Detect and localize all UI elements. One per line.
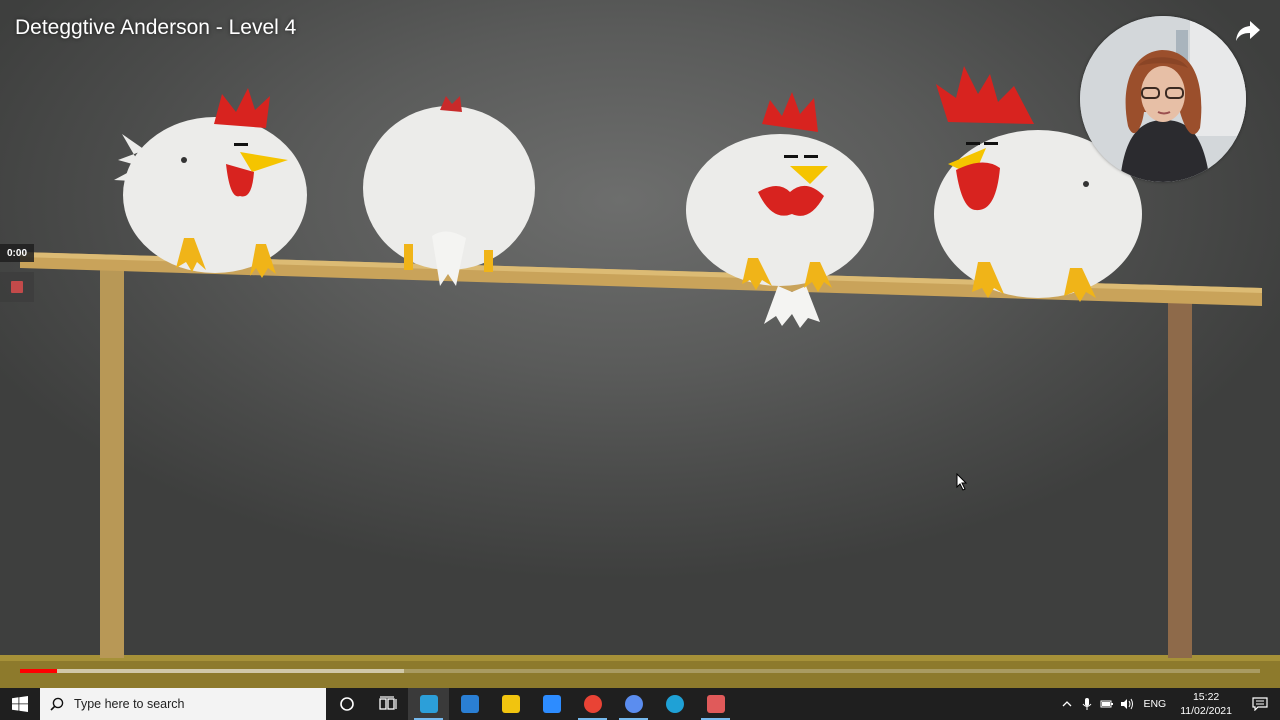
show-hidden-icons-button[interactable]: [1057, 688, 1077, 720]
task-view-icon: [378, 696, 397, 710]
stop-recording-button[interactable]: [0, 272, 34, 302]
battery-button[interactable]: [1097, 688, 1117, 720]
stop-record-icon: [11, 281, 23, 293]
perch-left-post: [100, 266, 124, 658]
taskbar: Type here to search ENG 15:22 11/02/2021: [0, 688, 1280, 720]
taskbar-app-button[interactable]: [572, 688, 613, 720]
webcam-overlay: [1080, 16, 1246, 182]
taskbar-app-button[interactable]: [613, 688, 654, 720]
start-button[interactable]: [0, 688, 40, 720]
notification-icon: [1252, 697, 1268, 711]
edge-app-icon: [665, 695, 684, 713]
taskbar-search-box[interactable]: Type here to search: [40, 688, 326, 720]
system-tray: ENG 15:22 11/02/2021: [1057, 688, 1280, 720]
presenter-avatar: [1080, 16, 1246, 182]
microphone-icon: [1083, 698, 1092, 710]
cortana-button[interactable]: [326, 688, 367, 720]
file-explorer-app-icon: [501, 695, 520, 713]
taskbar-app-button[interactable]: [449, 688, 490, 720]
language-indicator[interactable]: ENG: [1137, 698, 1172, 710]
taskbar-app-button[interactable]: [654, 688, 695, 720]
volume-button[interactable]: [1117, 688, 1137, 720]
taskbar-app-button[interactable]: [695, 688, 736, 720]
perch-right-post: [1168, 300, 1192, 658]
battery-icon: [1100, 700, 1114, 708]
mouse-cursor-icon: [956, 473, 968, 491]
chicken-2: [363, 96, 535, 286]
progress-bar[interactable]: [20, 669, 1260, 673]
progress-played: [20, 669, 58, 673]
speaker-icon: [1121, 698, 1134, 710]
recording-timer: 0:00: [0, 244, 34, 262]
taskbar-app-button[interactable]: [408, 688, 449, 720]
progress-loaded: [20, 669, 405, 673]
video-player[interactable]: Deteggtive Anderson - Level 4 0:00: [0, 0, 1280, 688]
windows-logo-icon: [12, 696, 28, 712]
taskbar-app-button[interactable]: [531, 688, 572, 720]
search-icon: [50, 697, 64, 711]
mail-app-icon: [460, 695, 479, 713]
chrome-app-icon: [583, 695, 602, 713]
share-button[interactable]: [1232, 16, 1264, 46]
snipping-app-icon: [706, 695, 725, 713]
chicken-1: [114, 88, 307, 278]
video-title: Deteggtive Anderson - Level 4: [15, 16, 297, 39]
clock-date: 11/02/2021: [1180, 705, 1232, 717]
notepad-app-icon: [419, 695, 438, 713]
pinned-apps: [408, 688, 736, 720]
share-arrow-icon: [1236, 21, 1260, 41]
cortana-circle-icon: [339, 697, 354, 711]
taskbar-app-button[interactable]: [490, 688, 531, 720]
clock-time: 15:22: [1192, 691, 1220, 703]
action-center-button[interactable]: [1240, 688, 1280, 720]
chevron-up-icon: [1062, 701, 1072, 707]
settings-app-icon: [624, 695, 643, 713]
zoom-app-icon: [542, 695, 561, 713]
system-clock[interactable]: 15:22 11/02/2021: [1172, 690, 1240, 718]
search-placeholder: Type here to search: [74, 697, 185, 711]
task-view-button[interactable]: [367, 688, 408, 720]
microphone-button[interactable]: [1077, 688, 1097, 720]
